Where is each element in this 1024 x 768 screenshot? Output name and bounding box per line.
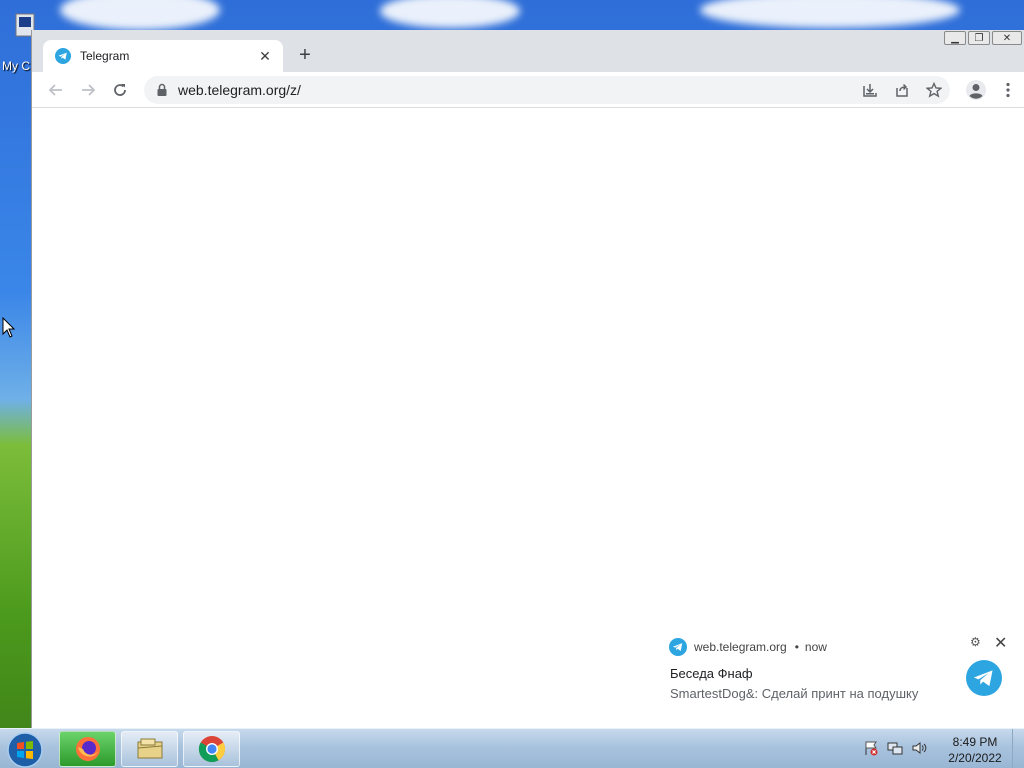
close-icon[interactable]: ✕	[994, 633, 1007, 653]
arrow-left-icon	[48, 84, 62, 96]
notification-body: SmartestDog&: Сделай принт на подушку	[670, 686, 919, 701]
chrome-icon	[198, 736, 225, 763]
profile-avatar-icon[interactable]	[962, 76, 990, 104]
desktop-cloud	[700, 0, 960, 28]
action-center-flag-icon[interactable]	[862, 739, 880, 757]
reload-button[interactable]	[106, 76, 134, 104]
tab-title: Telegram	[80, 49, 130, 63]
tab-strip: Telegram ✕ + ▁ ❐ ✕	[32, 30, 1024, 72]
tab-close-icon[interactable]: ✕	[257, 48, 273, 64]
notification-title: Беседа Фнаф	[670, 666, 753, 681]
install-app-icon[interactable]	[854, 76, 886, 104]
telegram-favicon-icon	[55, 48, 71, 64]
desktop-cloud	[60, 0, 220, 30]
start-button[interactable]	[6, 731, 46, 768]
url-text[interactable]: web.telegram.org/z/	[178, 82, 301, 98]
notification-header: web.telegram.org • now	[669, 638, 827, 656]
notification-origin: web.telegram.org	[694, 640, 787, 654]
bookmark-star-icon[interactable]	[918, 76, 950, 104]
notification-time: now	[804, 640, 827, 654]
share-icon[interactable]	[886, 76, 918, 104]
show-desktop-button[interactable]	[1012, 729, 1024, 768]
arrow-right-icon	[82, 84, 96, 96]
clock-time: 8:49 PM	[952, 735, 998, 749]
forward-button[interactable]	[74, 76, 102, 104]
window-controls: ▁ ❐ ✕	[944, 31, 1022, 45]
address-bar[interactable]: web.telegram.org/z/	[144, 76, 950, 104]
lock-icon[interactable]	[156, 83, 168, 97]
new-tab-button[interactable]: +	[294, 44, 316, 66]
network-icon[interactable]	[886, 739, 904, 757]
tab-telegram[interactable]: Telegram ✕	[43, 40, 283, 72]
settings-gear-icon[interactable]: ⚙	[970, 635, 981, 649]
mouse-cursor-icon	[2, 316, 16, 342]
taskbar-explorer[interactable]	[121, 731, 178, 767]
clock-date: 2/20/2022	[948, 751, 1002, 765]
browser-window: Telegram ✕ + ▁ ❐ ✕ web.telegram.org/z/	[31, 30, 1024, 728]
taskbar-firefox[interactable]	[59, 731, 116, 767]
telegram-logo-icon	[966, 660, 1002, 696]
volume-icon[interactable]	[910, 739, 928, 757]
minimize-button[interactable]: ▁	[944, 31, 966, 45]
web-notification[interactable]: web.telegram.org • now ⚙ ✕ Беседа Фнаф S…	[660, 628, 1020, 710]
menu-kebab-icon[interactable]	[994, 76, 1022, 104]
browser-toolbar: web.telegram.org/z/	[32, 72, 1024, 108]
telegram-icon	[669, 638, 687, 656]
taskbar-chrome[interactable]	[183, 731, 240, 767]
close-window-button[interactable]: ✕	[992, 31, 1022, 45]
reload-icon	[114, 84, 126, 96]
maximize-button[interactable]: ❐	[968, 31, 990, 45]
firefox-icon	[75, 737, 100, 761]
omnibox-actions	[854, 76, 950, 104]
taskbar-clock[interactable]: 8:49 PM 2/20/2022	[940, 734, 1010, 766]
desktop-icon-label[interactable]: My C	[2, 59, 30, 73]
taskbar: 8:49 PM 2/20/2022	[0, 728, 1024, 768]
desktop-cloud	[380, 0, 520, 28]
back-button[interactable]	[42, 76, 70, 104]
notification-separator: •	[794, 640, 799, 654]
system-tray	[862, 739, 928, 757]
file-explorer-icon	[137, 738, 162, 759]
